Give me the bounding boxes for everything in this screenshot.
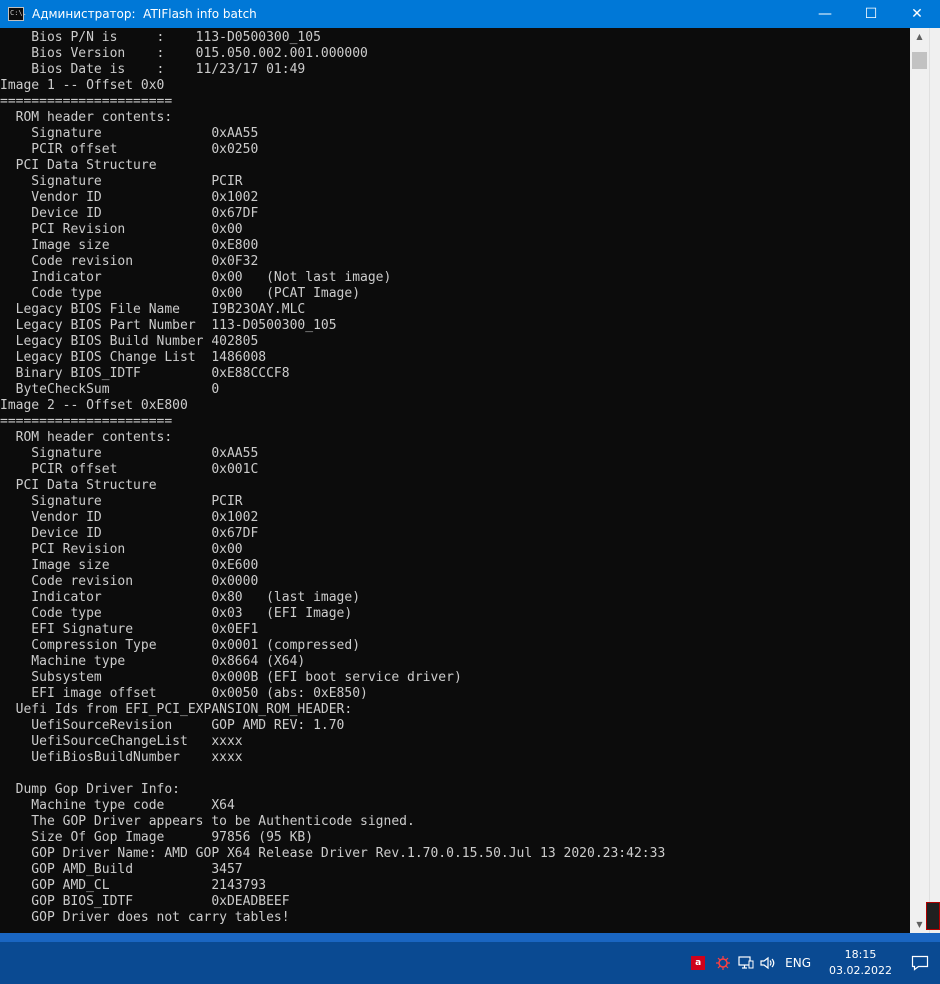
- console-line: The GOP Driver appears to be Authenticod…: [0, 814, 415, 829]
- volume-icon[interactable]: [757, 942, 779, 984]
- console-line: ROM header contents:: [0, 110, 173, 125]
- console-line: Image size 0xE800: [0, 238, 259, 253]
- console-line: PCIR offset 0x0250: [0, 142, 259, 157]
- console-line: Uefi Ids from EFI_PCI_EXPANSION_ROM_HEAD…: [0, 702, 353, 717]
- vertical-scrollbar[interactable]: ▲ ▼: [910, 28, 929, 933]
- console-line: Compression Type 0x0001 (compressed): [0, 638, 361, 653]
- clock[interactable]: 18:15 03.02.2022: [821, 947, 900, 979]
- console-output[interactable]: Bios P/N is : 113-D0500300_105 Bios Vers…: [0, 28, 910, 933]
- virus-icon[interactable]: [711, 942, 735, 984]
- console-line: PCI Revision 0x00: [0, 222, 243, 237]
- console-line: PCIR offset 0x001C: [0, 462, 259, 477]
- console-line: Legacy BIOS Change List 1486008: [0, 350, 267, 365]
- console-line: Image 1 -- Offset 0x0: [0, 78, 165, 93]
- console-line: UefiSourceChangeList xxxx: [0, 734, 243, 749]
- console-line: Device ID 0x67DF: [0, 206, 259, 221]
- console-line: Bios Date is : 11/23/17 01:49: [0, 62, 306, 77]
- console-line: GOP BIOS_IDTF 0xDEADBEEF: [0, 894, 290, 909]
- console-line: Binary BIOS_IDTF 0xE88CCCF8: [0, 366, 290, 381]
- console-line: GOP Driver Name: AMD GOP X64 Release Dri…: [0, 846, 666, 861]
- console-line: Dump Gop Driver Info:: [0, 782, 181, 797]
- console-line: ByteCheckSum 0: [0, 382, 220, 397]
- console-line: PCI Data Structure: [0, 478, 157, 493]
- console-line: Signature PCIR: [0, 494, 243, 509]
- background-window-edge: [929, 28, 940, 933]
- console-line: Device ID 0x67DF: [0, 526, 259, 541]
- taskbar-strip: [0, 933, 940, 942]
- clock-time: 18:15: [844, 948, 877, 961]
- console-line: UefiBiosBuildNumber xxxx: [0, 750, 243, 765]
- console-line: Size Of Gop Image 97856 (95 KB): [0, 830, 314, 845]
- console-line: Code revision 0x0F32: [0, 254, 259, 269]
- minimize-button[interactable]: —: [802, 0, 848, 28]
- console-line: Machine type code X64: [0, 798, 235, 813]
- console-line: Bios P/N is : 113-D0500300_105: [0, 30, 321, 45]
- language-indicator[interactable]: ENG: [779, 942, 821, 984]
- close-button[interactable]: ✕: [894, 0, 940, 28]
- console-line: ======================: [0, 414, 173, 429]
- scroll-up-icon[interactable]: ▲: [910, 28, 929, 45]
- console-line: Code revision 0x0000: [0, 574, 259, 589]
- console-line: Vendor ID 0x1002: [0, 510, 259, 525]
- console-line: UefiSourceRevision GOP AMD REV: 1.70: [0, 718, 345, 733]
- console-line: Code type 0x03 (EFI Image): [0, 606, 353, 621]
- console-line: GOP AMD_CL 2143793: [0, 878, 267, 893]
- console-icon[interactable]: C:\.: [8, 7, 27, 21]
- console-line: Vendor ID 0x1002: [0, 190, 259, 205]
- taskbar: a ENG 18:15 03.02.2022: [0, 933, 940, 984]
- console-line: PCI Revision 0x00: [0, 542, 243, 557]
- console-line: Signature 0xAA55: [0, 446, 259, 461]
- console-text: Bios P/N is : 113-D0500300_105 Bios Vers…: [0, 30, 910, 926]
- console-line: Bios Version : 015.050.002.001.000000: [0, 46, 368, 61]
- console-line: Legacy BIOS Part Number 113-D0500300_105: [0, 318, 337, 333]
- window-title: Администратор: ATIFlash info batch: [32, 7, 257, 21]
- notification-icon[interactable]: [900, 942, 940, 984]
- window-controls: — ☐ ✕: [802, 0, 940, 28]
- amd-icon: a: [691, 956, 706, 970]
- clock-date: 03.02.2022: [829, 964, 892, 977]
- console-line: Indicator 0x80 (last image): [0, 590, 361, 605]
- console-line: PCI Data Structure: [0, 158, 157, 173]
- console-line: Code type 0x00 (PCAT Image): [0, 286, 361, 301]
- console-line: Signature 0xAA55: [0, 126, 259, 141]
- console-line: Image 2 -- Offset 0xE800: [0, 398, 188, 413]
- console-line: Subsystem 0x000B (EFI boot service drive…: [0, 670, 462, 685]
- console-line: Image size 0xE600: [0, 558, 259, 573]
- amd-tray-item[interactable]: a: [685, 942, 711, 984]
- maximize-button[interactable]: ☐: [848, 0, 894, 28]
- console-line: ROM header contents:: [0, 430, 173, 445]
- background-app-edge[interactable]: [926, 902, 940, 930]
- console-line: ======================: [0, 94, 173, 109]
- console-line: GOP AMD_Build 3457: [0, 862, 243, 877]
- title-bar[interactable]: C:\. Администратор: ATIFlash info batch …: [0, 0, 940, 28]
- console-line: Indicator 0x00 (Not last image): [0, 270, 392, 285]
- console-line: EFI image offset 0x0050 (abs: 0xE850): [0, 686, 368, 701]
- console-line: Legacy BIOS File Name I9B23OAY.MLC: [0, 302, 306, 317]
- console-line: Machine type 0x8664 (X64): [0, 654, 306, 669]
- network-icon[interactable]: [735, 942, 757, 984]
- console-line: Legacy BIOS Build Number 402805: [0, 334, 259, 349]
- system-tray: a ENG 18:15 03.02.2022: [685, 942, 940, 984]
- console-line: Signature PCIR: [0, 174, 243, 189]
- scroll-thumb[interactable]: [912, 52, 927, 69]
- console-line: EFI Signature 0x0EF1: [0, 622, 259, 637]
- console-line: GOP Driver does not carry tables!: [0, 910, 290, 925]
